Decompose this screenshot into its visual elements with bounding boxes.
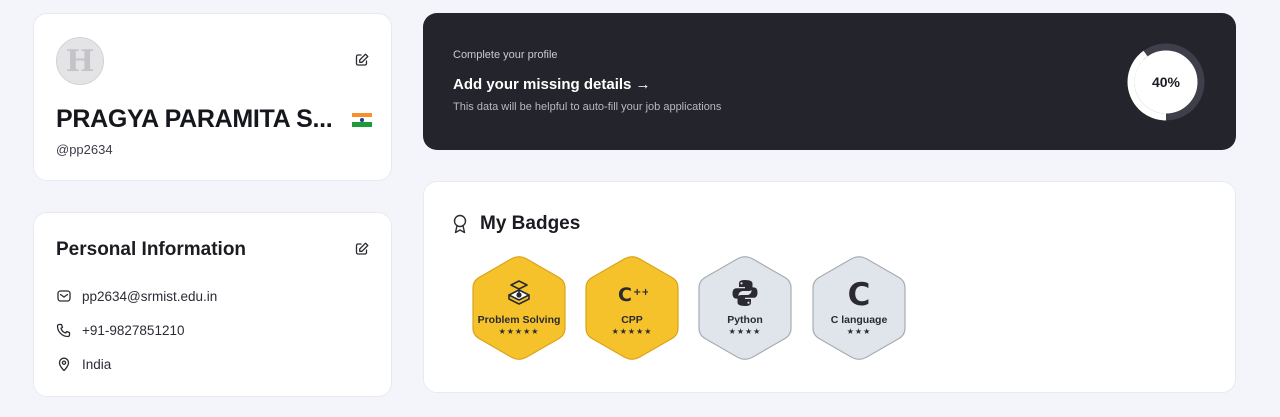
svg-text:C: C <box>618 284 632 306</box>
mail-icon <box>57 290 71 302</box>
country-row: India <box>56 356 111 372</box>
complete-profile-description: This data will be helpful to auto-fill y… <box>453 101 722 113</box>
badge-python[interactable]: Python ★★★★ <box>697 255 793 361</box>
badge-stars: ★★★★★ <box>498 327 540 336</box>
cpp-icon: C ++ <box>584 277 680 309</box>
badge-name: C language <box>830 314 888 326</box>
phone-icon <box>56 323 71 338</box>
india-flag-icon <box>352 112 373 127</box>
badge-stars: ★★★★ <box>728 327 762 336</box>
phone-value: +91-9827851210 <box>82 322 185 338</box>
python-icon <box>697 277 793 309</box>
badge-name: CPP <box>621 314 643 326</box>
c-language-icon: C <box>811 277 907 309</box>
badge-name: Python <box>727 314 763 326</box>
edit-profile-icon[interactable] <box>354 52 370 68</box>
badge-problem-solving[interactable]: Problem Solving ★★★★★ <box>471 255 567 361</box>
badge-c-language[interactable]: C C language ★★★ <box>811 255 907 361</box>
award-icon <box>453 214 467 234</box>
add-missing-details-link[interactable]: Add your missing details → <box>453 76 651 93</box>
badge-stars: ★★★ <box>846 327 872 336</box>
phone-row: +91-9827851210 <box>56 322 184 338</box>
location-icon <box>58 357 70 372</box>
personal-info-card: Personal Information pp2634@srmist.edu.i… <box>33 212 392 397</box>
complete-profile-label: Complete your profile <box>453 49 558 61</box>
country-value: India <box>82 356 112 372</box>
badge-cpp[interactable]: C ++ CPP ★★★★★ <box>584 255 680 361</box>
problem-solving-icon <box>471 277 567 309</box>
badges-header: My Badges <box>452 213 580 235</box>
badge-stars: ★★★★★ <box>611 327 653 336</box>
svg-text:C: C <box>848 277 871 309</box>
email-value: pp2634@srmist.edu.in <box>82 288 218 304</box>
complete-profile-banner[interactable]: Complete your profile Add your missing d… <box>423 13 1236 150</box>
avatar[interactable]: H <box>56 37 104 85</box>
badges-card: My Badges Problem Solving ★★★★★ C ++ CPP… <box>423 181 1236 393</box>
profile-card: H PRAGYA PARAMITA S... @pp2634 <box>33 13 392 181</box>
svg-text:++: ++ <box>633 287 648 298</box>
profile-handle: @pp2634 <box>56 142 113 157</box>
profile-name: PRAGYA PARAMITA S... <box>56 105 333 133</box>
personal-info-title: Personal Information <box>56 239 247 260</box>
profile-progress-text: 40% <box>1151 74 1181 90</box>
email-row: pp2634@srmist.edu.in <box>56 288 217 304</box>
badge-name: Problem Solving <box>477 314 561 326</box>
name-row: PRAGYA PARAMITA S... <box>56 105 373 134</box>
badges-title: My Badges <box>480 213 581 234</box>
edit-personal-info-icon[interactable] <box>354 241 370 257</box>
